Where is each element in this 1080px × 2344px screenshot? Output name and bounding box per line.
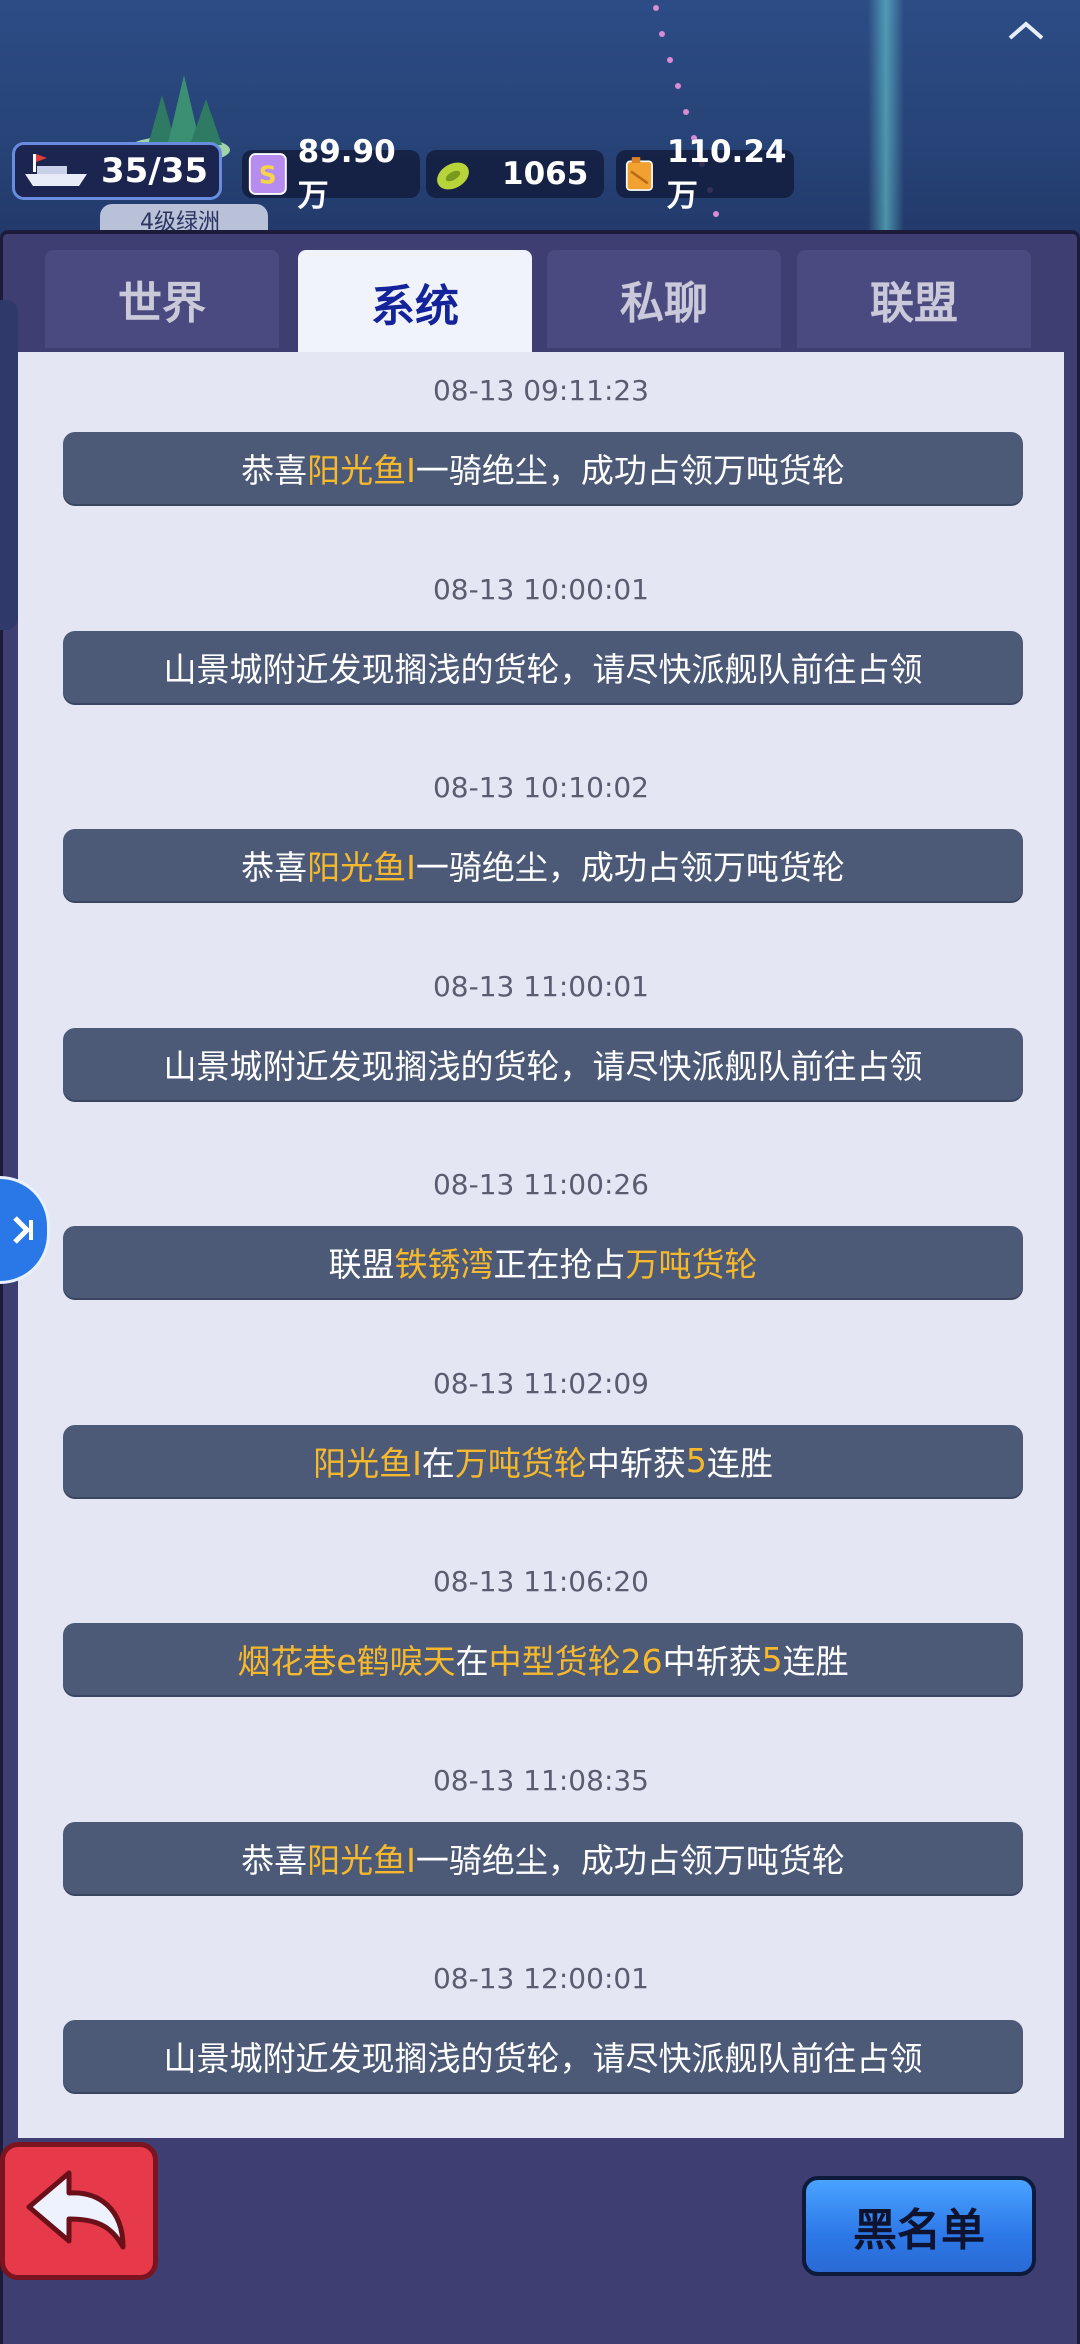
message-timestamp: 08-13 11:00:26	[432, 1168, 649, 1201]
chat-panel: 世界 系统 私聊 联盟 08-13 09:11:23 恭喜 阳光鱼I 一骑绝尘，成功占…	[0, 230, 1080, 2344]
highlighted-text: 阳光鱼I	[307, 848, 416, 887]
message-timestamp: 08-13 11:02:09	[432, 1366, 649, 1400]
tab-system[interactable]: 系统	[298, 250, 532, 354]
system-message[interactable]: 山景城附近发现搁浅的货轮，请尽快派舰队前往占领	[63, 1027, 1023, 1100]
message-text: 山景城附近发现搁浅的货轮，请尽快派舰队前往占领	[163, 1046, 923, 1086]
message-timestamp: 08-13 11:08:35	[432, 1763, 649, 1797]
coins-resource[interactable]: S 89.90万	[242, 134, 420, 214]
message-timestamp: 08-13 10:00:01	[432, 572, 649, 606]
left-side-strip	[0, 300, 18, 630]
message-text: 正在抢占	[493, 1245, 626, 1284]
blacklist-button[interactable]: 黑名单	[802, 2176, 1036, 2276]
message-list[interactable]: 08-13 09:11:23 恭喜 阳光鱼I 一骑绝尘，成功占领万吨货轮 08-13 1…	[18, 352, 1064, 2138]
oil-resource[interactable]: 110.24万	[616, 134, 794, 214]
message-text: 恭喜	[241, 451, 308, 490]
system-message[interactable]: 恭喜 阳光鱼I 一骑绝尘，成功占领万吨货轮	[63, 432, 1023, 504]
collapse-chevron-icon[interactable]	[1006, 18, 1046, 44]
highlighted-text: 5	[761, 1639, 783, 1679]
message-text: 山景城附近发现搁浅的货轮，请尽快派舰队前往占领	[163, 2039, 923, 2078]
message-text: 一骑绝尘，成功占领万吨货轮	[415, 451, 845, 490]
message-timestamp: 08-13 10:10:02	[432, 771, 649, 804]
message-text: 一骑绝尘，成功占领万吨货轮	[415, 848, 845, 887]
message-timestamp: 08-13 11:06:20	[432, 1565, 649, 1598]
highlighted-text: 阳光鱼I	[307, 1840, 416, 1880]
message-text: 在	[421, 1443, 455, 1483]
message-text: 连胜	[782, 1642, 849, 1681]
message-text: 恭喜	[241, 1840, 308, 1880]
highlighted-text: 万吨货轮	[454, 1443, 587, 1483]
highlighted-text: 万吨货轮	[625, 1245, 758, 1284]
message-text: 在	[455, 1642, 489, 1681]
message-text: 连胜	[706, 1443, 773, 1483]
tab-bar: 世界 系统 私聊 联盟	[45, 250, 1035, 354]
system-message[interactable]: 山景城附近发现搁浅的货轮，请尽快派舰队前往占领	[63, 2020, 1023, 2092]
back-button[interactable]	[0, 2142, 158, 2280]
message-timestamp: 08-13 12:00:01	[432, 1962, 649, 1995]
food-resource[interactable]: 1065	[426, 150, 604, 198]
back-arrow-icon	[26, 2170, 126, 2250]
fleet-ship-icon	[25, 154, 87, 186]
message-timestamp: 08-13 09:11:23	[432, 374, 649, 407]
system-message[interactable]: 烟花巷e鹤唳天在中型货轮26 中斩获 5 连胜	[63, 1623, 1023, 1695]
oil-value: 110.24万	[666, 133, 787, 214]
highlighted-text: 阳光鱼I	[307, 451, 416, 490]
message-timestamp: 08-13 11:00:01	[432, 969, 649, 1003]
food-icon	[437, 162, 469, 190]
highlighted-text: 5	[685, 1441, 707, 1480]
map-glow-line	[868, 0, 904, 240]
highlighted-text: 铁锈湾	[394, 1245, 494, 1284]
system-message[interactable]: 恭喜 阳光鱼I 一骑绝尘，成功占领万吨货轮	[63, 1821, 1023, 1894]
svg-text:S: S	[259, 160, 277, 189]
system-message[interactable]: 阳光鱼I 在万吨货轮 中斩获 5 连胜	[63, 1424, 1023, 1497]
system-message[interactable]: 恭喜 阳光鱼I 一骑绝尘，成功占领万吨货轮	[63, 829, 1023, 901]
resource-bar: 35/35 S 89.90万 1065 110.24万	[0, 134, 1080, 214]
message-text: 恭喜	[241, 848, 308, 887]
tab-world[interactable]: 世界	[45, 250, 279, 348]
fleet-count: 35/35	[101, 151, 209, 191]
side-float-icon	[12, 1216, 33, 1244]
system-message[interactable]: 联盟 铁锈湾 正在抢占 万吨货轮	[63, 1226, 1023, 1298]
message-text: 山景城附近发现搁浅的货轮，请尽快派舰队前往占领	[163, 649, 923, 689]
message-text: 联盟	[328, 1245, 395, 1284]
tab-alliance[interactable]: 联盟	[797, 250, 1031, 348]
fleet-counter[interactable]: 35/35	[12, 142, 222, 200]
food-value: 1065	[502, 156, 589, 192]
message-text: 一骑绝尘，成功占领万吨货轮	[415, 1840, 845, 1880]
message-text: 中斩获	[662, 1642, 762, 1681]
highlighted-text: 中型货轮26	[488, 1642, 663, 1681]
coins-value: 89.90万	[297, 133, 396, 214]
message-text: 中斩获	[586, 1443, 686, 1483]
highlighted-text: 阳光鱼I	[313, 1443, 422, 1483]
oil-icon	[625, 157, 653, 191]
coin-icon: S	[248, 153, 287, 195]
highlighted-text: 烟花巷e鹤唳天	[237, 1642, 456, 1681]
system-message[interactable]: 山景城附近发现搁浅的货轮，请尽快派舰队前往占领	[63, 630, 1023, 703]
tab-private-chat[interactable]: 私聊	[547, 250, 781, 348]
